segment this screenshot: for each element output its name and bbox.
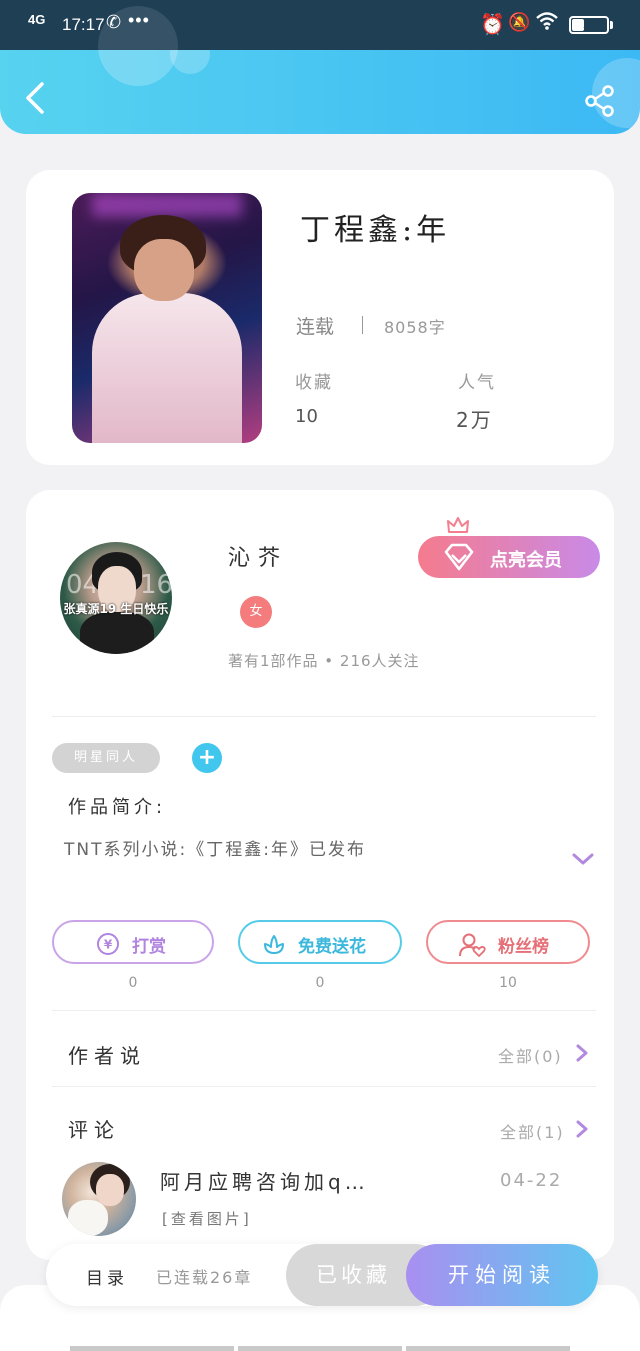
vip-activate-button[interactable]: 点亮会员 xyxy=(418,536,600,578)
genre-tag[interactable]: 明星同人 xyxy=(52,743,160,773)
fan-heart-icon xyxy=(458,932,486,958)
reward-button[interactable]: ¥ 打赏 xyxy=(52,920,214,964)
add-tag-button[interactable]: + xyxy=(192,743,222,773)
comments-title: 评论 xyxy=(68,1118,120,1142)
comments-all-link[interactable]: 全部(1) xyxy=(500,1119,565,1143)
commenter-avatar[interactable] xyxy=(62,1162,136,1236)
section-divider xyxy=(52,1010,596,1011)
expand-intro-button[interactable] xyxy=(571,850,595,868)
serial-chapters-text: 已连载26章 xyxy=(156,1268,253,1287)
flower-count: 0 xyxy=(315,975,325,991)
cover-figure-shirt xyxy=(92,293,242,443)
chevron-right-icon[interactable] xyxy=(575,1043,589,1063)
diamond-icon xyxy=(442,542,476,572)
edge-bar xyxy=(406,1346,570,1351)
free-flower-label: 免费送花 xyxy=(298,937,366,957)
vip-button-label: 点亮会员 xyxy=(490,550,562,571)
wifi-icon xyxy=(536,11,558,37)
status-separator xyxy=(362,316,363,334)
bell-muted-icon: 🔕 xyxy=(508,12,531,32)
gender-badge: 女 xyxy=(240,596,272,628)
section-divider xyxy=(52,1086,596,1087)
author-avatar[interactable]: 04 16 张真源19 生日快乐 xyxy=(60,542,172,654)
fans-count: 10 xyxy=(499,975,517,991)
battery-tip xyxy=(610,21,613,29)
intro-text: TNT系列小说:《丁程鑫:年》已发布 xyxy=(64,840,366,860)
comment-text[interactable]: 阿月应聘咨询加q… xyxy=(160,1166,369,1195)
back-button[interactable] xyxy=(22,80,48,116)
chevron-down-icon xyxy=(572,853,594,865)
cover-stage-light xyxy=(92,193,242,217)
reward-label: 打赏 xyxy=(132,937,166,957)
share-icon xyxy=(585,85,614,117)
fan-ranking-button[interactable]: 粉丝榜 xyxy=(426,920,590,964)
commenter-face xyxy=(96,1174,124,1206)
clock-time: 17:17 xyxy=(62,15,105,34)
chevron-right-icon[interactable] xyxy=(575,1119,589,1139)
intro-title: 作品简介: xyxy=(68,797,167,818)
free-flower-button[interactable]: 免费送花 xyxy=(238,920,402,964)
signal-4g-indicator: 4G xyxy=(28,12,46,27)
avatar-body xyxy=(80,612,154,654)
serial-status: 连载 xyxy=(296,316,335,338)
yen-coin-icon: ¥ xyxy=(96,932,120,956)
battery-indicator: 17 xyxy=(569,16,609,34)
fan-ranking-label: 粉丝榜 xyxy=(498,937,549,957)
favorites-label: 收藏 xyxy=(295,373,333,393)
decorative-bubble xyxy=(170,50,210,74)
decorative-bubble xyxy=(98,50,178,86)
author-stats: 著有1部作品 • 216人关注 xyxy=(228,652,420,670)
edge-bar xyxy=(70,1346,234,1351)
book-title: 丁程鑫:年 xyxy=(300,213,451,248)
avatar-caption: 张真源19 生日快乐 xyxy=(63,602,169,616)
reward-count: 0 xyxy=(128,975,138,991)
section-divider xyxy=(52,716,596,717)
edge-bar xyxy=(238,1346,402,1351)
battery-level: 17 xyxy=(582,19,596,31)
status-bar: 4G 17:17 ✆ ••• ⏰ 🔕 17 xyxy=(0,0,640,86)
author-name[interactable]: 沁芥 xyxy=(228,540,288,572)
popularity-label: 人气 xyxy=(458,373,496,393)
view-image-link[interactable]: [查看图片] xyxy=(162,1208,252,1229)
table-of-contents-button[interactable]: 目录 xyxy=(86,1264,128,1289)
comment-date: 04-22 xyxy=(500,1170,563,1191)
flower-icon xyxy=(262,932,286,956)
start-reading-button[interactable]: 开始阅读 xyxy=(406,1244,598,1306)
author-says-title: 作者说 xyxy=(68,1044,146,1068)
chevron-left-icon xyxy=(26,82,44,114)
cover-figure-face xyxy=(134,239,194,301)
favorites-value: 10 xyxy=(295,406,318,427)
book-cover-image[interactable] xyxy=(72,193,262,443)
alarm-icon: ⏰ xyxy=(480,14,505,36)
svg-text:¥: ¥ xyxy=(104,938,113,952)
bottom-edge-bars xyxy=(70,1346,570,1351)
popularity-value: 2万 xyxy=(456,408,493,432)
avatar-number-right: 16 xyxy=(140,570,172,600)
commenter-cat xyxy=(68,1200,108,1236)
author-says-all-link[interactable]: 全部(0) xyxy=(498,1043,563,1067)
share-button[interactable] xyxy=(584,84,616,118)
word-count: 8058字 xyxy=(384,318,446,337)
top-header xyxy=(0,50,640,134)
